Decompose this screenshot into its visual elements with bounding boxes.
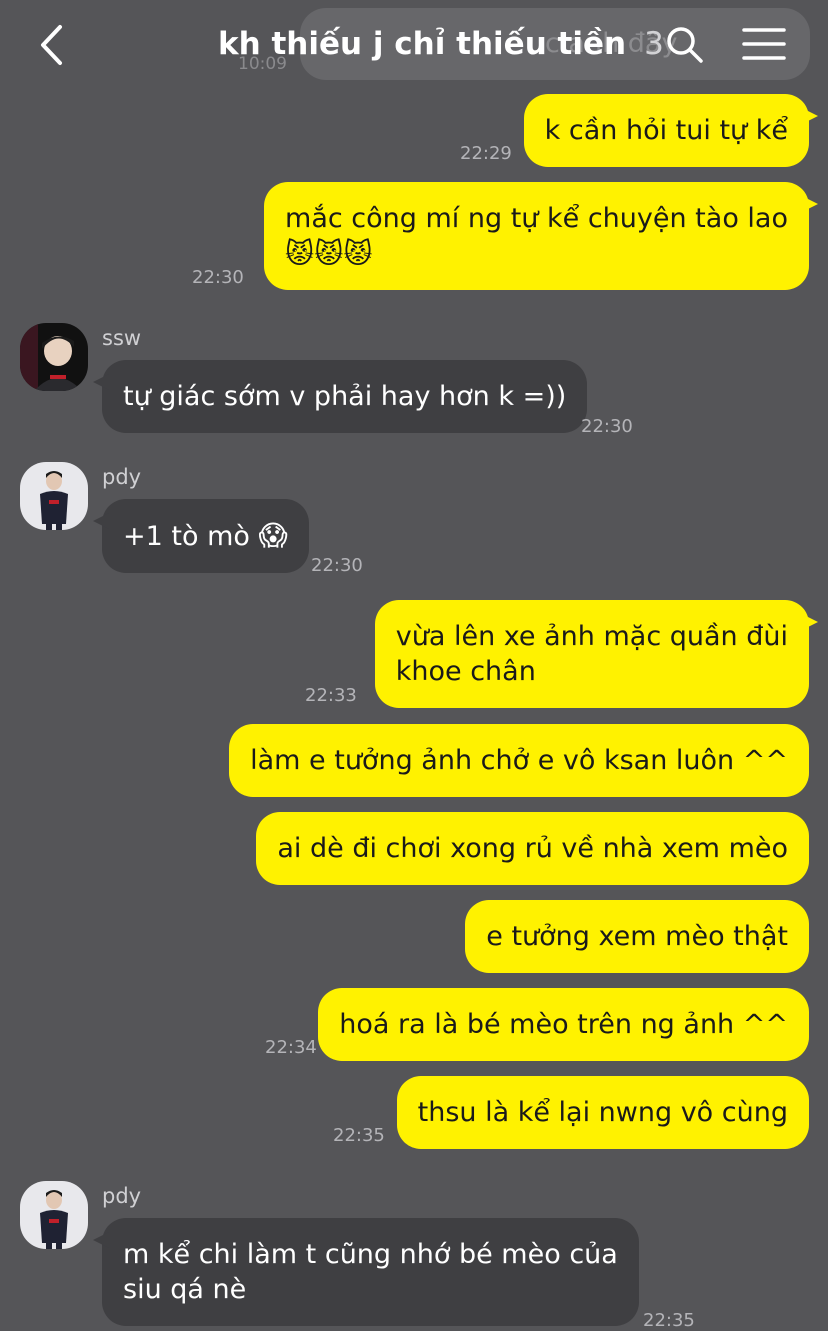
their-message-bubble[interactable]: m kể chi làm t cũng nhớ bé mèo của siu q… bbox=[93, 1218, 639, 1326]
message-text-line2: siu qá nè bbox=[123, 1274, 247, 1305]
message-time: 22:35 bbox=[643, 1310, 695, 1331]
message-time: 22:30 bbox=[581, 416, 633, 437]
message-time: 22:35 bbox=[333, 1125, 385, 1146]
my-message-bubble[interactable]: hoá ra là bé mèo trên ng ảnh ^^ bbox=[318, 988, 809, 1061]
my-message-bubble[interactable]: e tưởng xem mèo thật bbox=[465, 900, 809, 973]
my-message-bubble[interactable]: k cần hỏi tui tự kể bbox=[523, 94, 819, 167]
avatar-image bbox=[20, 1181, 88, 1249]
message-text-line1: m kể chi làm t cũng nhớ bé mèo của bbox=[123, 1239, 618, 1270]
message-text: mắc công mí ng tự kể chuyện tào lao bbox=[285, 203, 788, 234]
my-message-bubble[interactable]: ai dè đi chơi xong rủ về nhà xem mèo bbox=[256, 812, 809, 885]
my-message-bubble[interactable]: mắc công mí ng tự kể chuyện tào lao 😾😾😾 bbox=[264, 182, 818, 290]
scream-emoji: 😱 bbox=[258, 519, 288, 552]
their-message-bubble[interactable]: +1 tò mò 😱 bbox=[93, 499, 309, 573]
menu-icon bbox=[742, 28, 786, 60]
search-button[interactable] bbox=[664, 24, 704, 64]
their-message-bubble[interactable]: tự giác sớm v phải hay hơn k =)) bbox=[92, 360, 588, 433]
avatar-ssw[interactable] bbox=[20, 323, 88, 391]
message-text: +1 tò mò bbox=[123, 521, 250, 552]
message-time: 22:33 bbox=[305, 685, 357, 706]
menu-button[interactable] bbox=[742, 26, 786, 62]
message-text-line2: khoe chân bbox=[395, 656, 536, 687]
message-text-line1: vừa lên xe ảnh mặc quần đùi bbox=[395, 621, 788, 652]
sender-name: pdy bbox=[102, 1184, 142, 1208]
my-message-bubble[interactable]: thsu là kể lại nwng vô cùng bbox=[396, 1076, 809, 1149]
message-text: e tưởng xem mèo thật bbox=[486, 921, 788, 952]
message-time: 22:30 bbox=[192, 267, 244, 288]
my-message-bubble[interactable]: làm e tưởng ảnh chở e vô ksan luôn ^^ bbox=[229, 724, 809, 797]
message-time: 22:34 bbox=[265, 1037, 317, 1058]
avatar-image bbox=[20, 462, 88, 530]
message-text: tự giác sớm v phải hay hơn k =)) bbox=[123, 381, 567, 412]
message-time: 22:30 bbox=[311, 555, 363, 576]
search-icon bbox=[667, 27, 703, 63]
member-count: 3 bbox=[644, 26, 664, 62]
message-text: hoá ra là bé mèo trên ng ảnh ^^ bbox=[339, 1009, 788, 1040]
back-button[interactable] bbox=[34, 20, 74, 70]
message-time: 22:29 bbox=[460, 143, 512, 164]
message-text: thsu là kể lại nwng vô cùng bbox=[417, 1097, 788, 1128]
chat-header: c anh đây 10:09 kh thiếu j chỉ thiếu tiề… bbox=[0, 0, 828, 90]
message-text: ai dè đi chơi xong rủ về nhà xem mèo bbox=[277, 833, 788, 864]
back-chevron-icon bbox=[41, 25, 62, 65]
sender-name: pdy bbox=[102, 465, 142, 489]
chat-title-text: kh thiếu j chỉ thiếu tiền bbox=[218, 26, 627, 62]
chat-screen: c anh đây 10:09 kh thiếu j chỉ thiếu tiề… bbox=[0, 0, 828, 1331]
cat-emoji: 😾😾😾 bbox=[285, 237, 373, 270]
avatar-image bbox=[20, 323, 88, 391]
avatar-pdy[interactable] bbox=[20, 462, 88, 530]
sender-name: ssw bbox=[102, 326, 142, 350]
my-message-bubble[interactable]: vừa lên xe ảnh mặc quần đùi khoe chân bbox=[374, 600, 819, 708]
avatar-pdy[interactable] bbox=[20, 1181, 88, 1249]
chat-title[interactable]: kh thiếu j chỉ thiếu tiền 3 bbox=[218, 24, 664, 64]
message-text: k cần hỏi tui tự kể bbox=[544, 115, 788, 146]
message-text: làm e tưởng ảnh chở e vô ksan luôn ^^ bbox=[250, 745, 788, 776]
